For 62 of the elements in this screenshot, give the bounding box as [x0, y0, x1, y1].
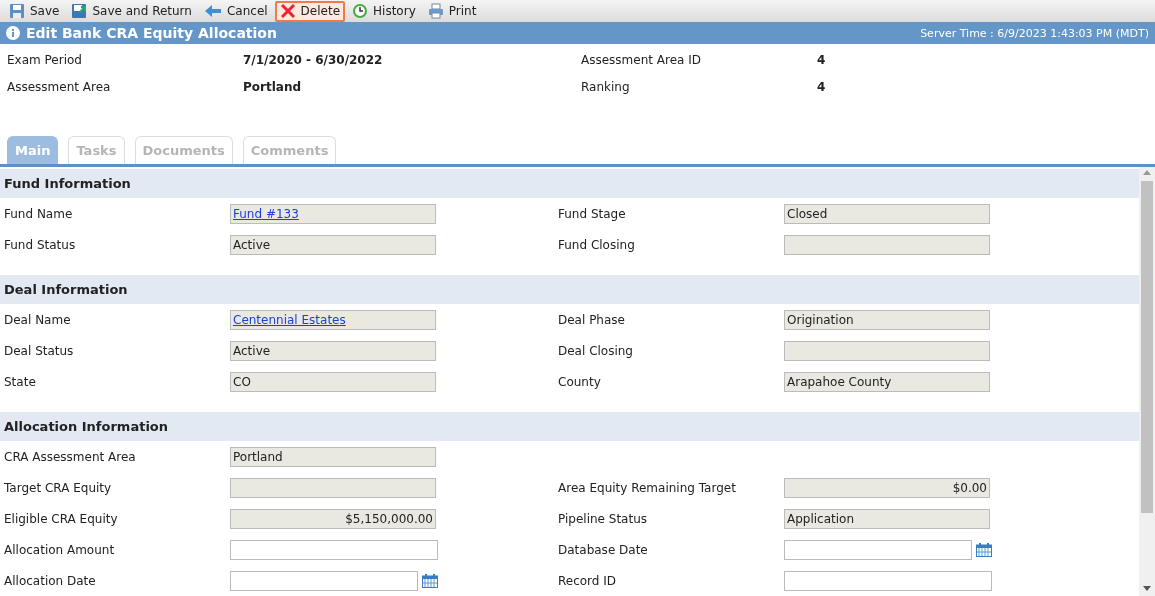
clock-icon [352, 3, 369, 19]
field-label: County [557, 374, 602, 389]
read-only-field: Arapahoe County [784, 371, 990, 392]
read-only-field: CO [230, 371, 436, 392]
toolbar-button[interactable]: History [347, 0, 421, 22]
field-label: Area Equity Remaining Target [557, 480, 737, 495]
read-only-field: $5,150,000.00 [230, 508, 436, 529]
read-only-field: Active [230, 340, 436, 361]
field-label: Fund Closing [557, 237, 636, 252]
calendar-icon[interactable] [422, 573, 438, 588]
section-header: Fund Information [0, 169, 1139, 198]
section-header: Allocation Information [0, 412, 1139, 441]
section-header: Deal Information [0, 275, 1139, 304]
read-only-field: Closed [784, 203, 990, 224]
field-label: Target CRA Equity [3, 480, 113, 495]
read-only-field: Active [230, 234, 436, 255]
left-arrow-icon [203, 4, 222, 18]
scrollbar[interactable] [1139, 167, 1155, 596]
field-label: Eligible CRA Equity [3, 511, 119, 526]
read-only-field: $0.00 [784, 477, 990, 498]
toolbar-button[interactable]: Print [422, 0, 482, 22]
field-label: Record ID [557, 573, 618, 588]
toolbar-button[interactable]: Cancel [198, 0, 273, 22]
field-value: 4 [817, 52, 827, 67]
field-label: Deal Status [3, 343, 75, 358]
printer-icon [427, 3, 444, 19]
input-field[interactable] [784, 570, 992, 591]
server-time: Server Time : 6/9/2023 1:43:03 PM (MDT) [920, 26, 1149, 40]
read-only-field: Portland [230, 446, 436, 467]
field-label: Deal Phase [557, 312, 626, 327]
field-label: Exam Period [7, 52, 83, 67]
link[interactable]: Fund #133 [233, 206, 299, 221]
field-label: Allocation Date [3, 573, 97, 588]
input-field[interactable] [230, 539, 438, 560]
toolbar-button[interactable]: Save [4, 0, 65, 22]
read-only-field: Application [784, 508, 990, 529]
field-label: Fund Stage [557, 206, 627, 221]
toolbar-button[interactable]: Save and Return [66, 0, 197, 22]
field-label: Pipeline Status [557, 511, 648, 526]
field-value: Portland [243, 79, 303, 94]
field-label: State [3, 374, 37, 389]
field-label: Deal Name [3, 312, 72, 327]
field-label: CRA Assessment Area [3, 449, 137, 464]
field-label: Database Date [557, 542, 649, 557]
field-label: Deal Closing [557, 343, 634, 358]
field-value: 4 [817, 79, 827, 94]
field-label: Allocation Amount [3, 542, 116, 557]
calendar-icon[interactable] [976, 542, 992, 557]
toolbar-button[interactable]: Delete [274, 0, 346, 22]
field-label: Fund Name [3, 206, 74, 221]
date-field[interactable] [230, 570, 418, 591]
close-icon [279, 3, 296, 19]
field-label: Assessment Area [7, 79, 112, 94]
date-field[interactable] [784, 539, 972, 560]
link[interactable]: Centennial Estates [233, 312, 346, 327]
info-icon [6, 26, 20, 40]
field-label: Assessment Area ID [581, 52, 702, 67]
field-label: Fund Status [3, 237, 77, 252]
field-label: Ranking [581, 79, 631, 94]
read-only-field: Origination [784, 309, 990, 330]
field-value: 7/1/2020 - 6/30/2022 [243, 52, 384, 67]
page-title: Edit Bank CRA Equity Allocation [26, 25, 278, 41]
